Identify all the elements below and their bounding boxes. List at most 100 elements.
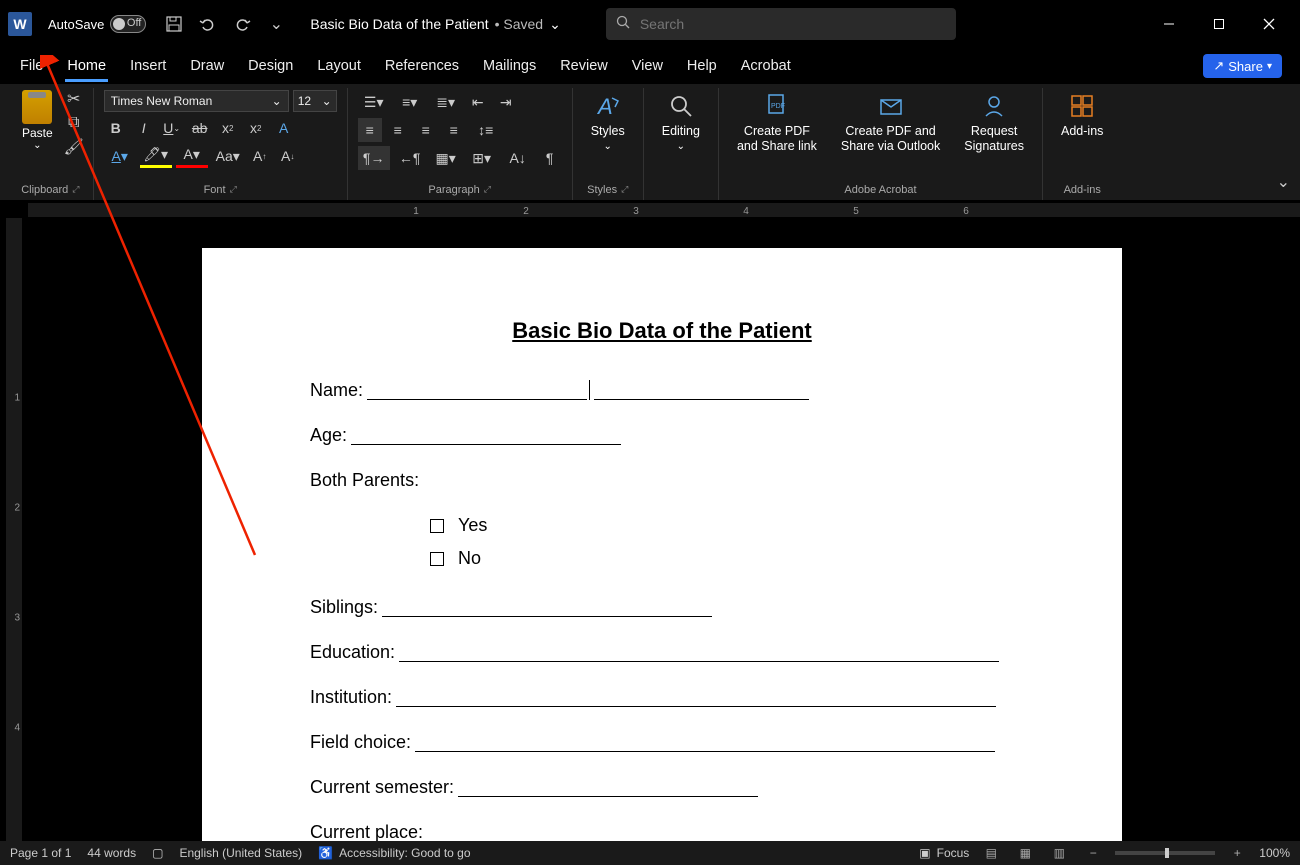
rtl-button[interactable]: ←¶ bbox=[394, 146, 426, 170]
page-status[interactable]: Page 1 of 1 bbox=[10, 846, 71, 860]
minimize-button[interactable] bbox=[1146, 8, 1192, 40]
justify-button[interactable]: ≡ bbox=[442, 118, 466, 142]
create-pdf-share-link-button[interactable]: PDF Create PDF and Share link bbox=[727, 88, 827, 156]
chevron-down-icon[interactable]: ⌄ bbox=[549, 16, 561, 33]
chevron-down-icon[interactable]: ▾ bbox=[1267, 61, 1272, 72]
close-button[interactable] bbox=[1246, 8, 1292, 40]
strikethrough-button[interactable]: ab bbox=[188, 116, 212, 140]
tab-acrobat[interactable]: Acrobat bbox=[739, 52, 793, 80]
tab-mailings[interactable]: Mailings bbox=[481, 52, 538, 80]
tab-draw[interactable]: Draw bbox=[188, 52, 226, 80]
increase-indent-button[interactable]: ⇥ bbox=[494, 90, 518, 114]
superscript-button[interactable]: x2 bbox=[244, 116, 268, 140]
save-icon[interactable] bbox=[164, 14, 184, 34]
line-spacing-button[interactable]: ↕≡ bbox=[470, 118, 502, 142]
search-icon bbox=[616, 15, 630, 34]
group-editing: Editing ⌄ bbox=[644, 88, 719, 200]
pdf-icon: PDF bbox=[761, 90, 793, 122]
shading-button[interactable]: ▦▾ bbox=[430, 146, 462, 170]
titlebar: W AutoSave Off ⌄ Basic Bio Data of the P… bbox=[0, 0, 1300, 48]
bold-button[interactable]: B bbox=[104, 116, 128, 140]
signatures-icon bbox=[978, 90, 1010, 122]
tab-references[interactable]: References bbox=[383, 52, 461, 80]
collapse-ribbon-icon[interactable]: ⌄ bbox=[1277, 172, 1290, 192]
undo-icon[interactable] bbox=[198, 14, 218, 34]
autosave-toggle[interactable]: AutoSave Off bbox=[48, 15, 146, 33]
spellcheck-icon[interactable]: ▢ bbox=[152, 846, 163, 860]
accessibility-status[interactable]: ♿Accessibility: Good to go bbox=[318, 846, 470, 860]
shrink-font-button[interactable]: A↓ bbox=[276, 144, 300, 168]
search-input[interactable] bbox=[640, 16, 946, 32]
tab-layout[interactable]: Layout bbox=[315, 52, 363, 80]
grow-font-button[interactable]: A↑ bbox=[248, 144, 272, 168]
multilevel-button[interactable]: ≣▾ bbox=[430, 90, 462, 114]
borders-button[interactable]: ⊞▾ bbox=[466, 146, 498, 170]
request-signatures-button[interactable]: Request Signatures bbox=[954, 88, 1034, 156]
zoom-out-button[interactable]: − bbox=[1081, 843, 1105, 863]
checkbox-yes[interactable] bbox=[430, 519, 444, 533]
addins-button[interactable]: Add-ins bbox=[1051, 88, 1113, 141]
align-right-button[interactable]: ≡ bbox=[414, 118, 438, 142]
bullets-button[interactable]: ☰▾ bbox=[358, 90, 390, 114]
text-effects-button[interactable]: A bbox=[272, 116, 296, 140]
tab-design[interactable]: Design bbox=[246, 52, 295, 80]
switch-off[interactable]: Off bbox=[110, 15, 146, 33]
tab-help[interactable]: Help bbox=[685, 52, 719, 80]
align-left-button[interactable]: ≡ bbox=[358, 118, 382, 142]
share-button[interactable]: ↗ Share ▾ bbox=[1203, 54, 1282, 78]
paste-button[interactable]: Paste ⌄ bbox=[16, 88, 59, 158]
sort-button[interactable]: A↓ bbox=[502, 146, 534, 170]
font-family-dropdown[interactable]: Times New Roman⌄ bbox=[104, 90, 289, 112]
dialog-launcher-icon[interactable]: ⤢ bbox=[72, 184, 79, 196]
numbering-button[interactable]: ≡▾ bbox=[394, 90, 426, 114]
checkbox-no[interactable] bbox=[430, 552, 444, 566]
align-center-button[interactable]: ≡ bbox=[386, 118, 410, 142]
document-area[interactable]: 1 2 3 4 Basic Bio Data of the Patient Na… bbox=[0, 218, 1300, 841]
tab-insert[interactable]: Insert bbox=[128, 52, 168, 80]
create-pdf-outlook-button[interactable]: Create PDF and Share via Outlook bbox=[831, 88, 950, 156]
ltr-button[interactable]: ¶→ bbox=[358, 146, 390, 170]
dialog-launcher-icon[interactable]: ⤢ bbox=[621, 184, 628, 196]
paragraph-label: Paragraph bbox=[428, 184, 479, 196]
dialog-launcher-icon[interactable]: ⤢ bbox=[484, 184, 491, 196]
focus-button[interactable]: ▣Focus bbox=[919, 846, 969, 860]
font-color-2-button[interactable]: A▾ bbox=[176, 144, 208, 168]
chevron-down-icon[interactable]: ⌄ bbox=[33, 140, 41, 151]
zoom-in-button[interactable]: + bbox=[1225, 843, 1249, 863]
print-layout-icon[interactable]: ▦ bbox=[1013, 843, 1037, 863]
language-status[interactable]: English (United States) bbox=[179, 846, 302, 860]
cut-icon[interactable]: ✂ bbox=[63, 88, 85, 110]
document-title[interactable]: Basic Bio Data of the Patient • Saved ⌄ bbox=[310, 16, 560, 33]
page[interactable]: Basic Bio Data of the Patient Name: Age:… bbox=[202, 248, 1122, 841]
tab-review[interactable]: Review bbox=[558, 52, 610, 80]
web-layout-icon[interactable]: ▥ bbox=[1047, 843, 1071, 863]
read-mode-icon[interactable]: ▤ bbox=[979, 843, 1003, 863]
vertical-ruler[interactable]: 1 2 3 4 bbox=[6, 218, 22, 841]
maximize-button[interactable] bbox=[1196, 8, 1242, 40]
focus-icon: ▣ bbox=[919, 846, 930, 860]
italic-button[interactable]: I bbox=[132, 116, 156, 140]
zoom-slider[interactable] bbox=[1115, 851, 1215, 855]
search-bar[interactable] bbox=[606, 8, 956, 40]
editing-button[interactable]: Editing ⌄ bbox=[652, 88, 710, 154]
change-case-button[interactable]: Aa▾ bbox=[212, 144, 244, 168]
styles-button[interactable]: A Styles ⌄ bbox=[581, 88, 635, 154]
qat-dropdown-icon[interactable]: ⌄ bbox=[266, 14, 286, 34]
subscript-button[interactable]: x2 bbox=[216, 116, 240, 140]
show-marks-button[interactable]: ¶ bbox=[538, 146, 562, 170]
tab-home[interactable]: Home bbox=[65, 52, 108, 80]
underline-button[interactable]: U ⌄ bbox=[160, 116, 184, 140]
font-color-button[interactable]: A▾ bbox=[104, 144, 136, 168]
highlight-button[interactable]: 🖊▾ bbox=[140, 144, 172, 168]
format-painter-icon[interactable]: 🖌 bbox=[63, 136, 85, 158]
font-size-dropdown[interactable]: 12⌄ bbox=[293, 90, 337, 112]
copy-icon[interactable]: ⧉ bbox=[63, 112, 85, 134]
zoom-level[interactable]: 100% bbox=[1259, 846, 1290, 860]
word-count[interactable]: 44 words bbox=[87, 846, 136, 860]
tab-file[interactable]: File bbox=[18, 52, 45, 80]
dialog-launcher-icon[interactable]: ⤢ bbox=[230, 184, 237, 196]
horizontal-ruler[interactable]: 1 2 3 4 5 6 bbox=[0, 200, 1300, 218]
decrease-indent-button[interactable]: ⇤ bbox=[466, 90, 490, 114]
redo-icon[interactable] bbox=[232, 14, 252, 34]
tab-view[interactable]: View bbox=[630, 52, 665, 80]
